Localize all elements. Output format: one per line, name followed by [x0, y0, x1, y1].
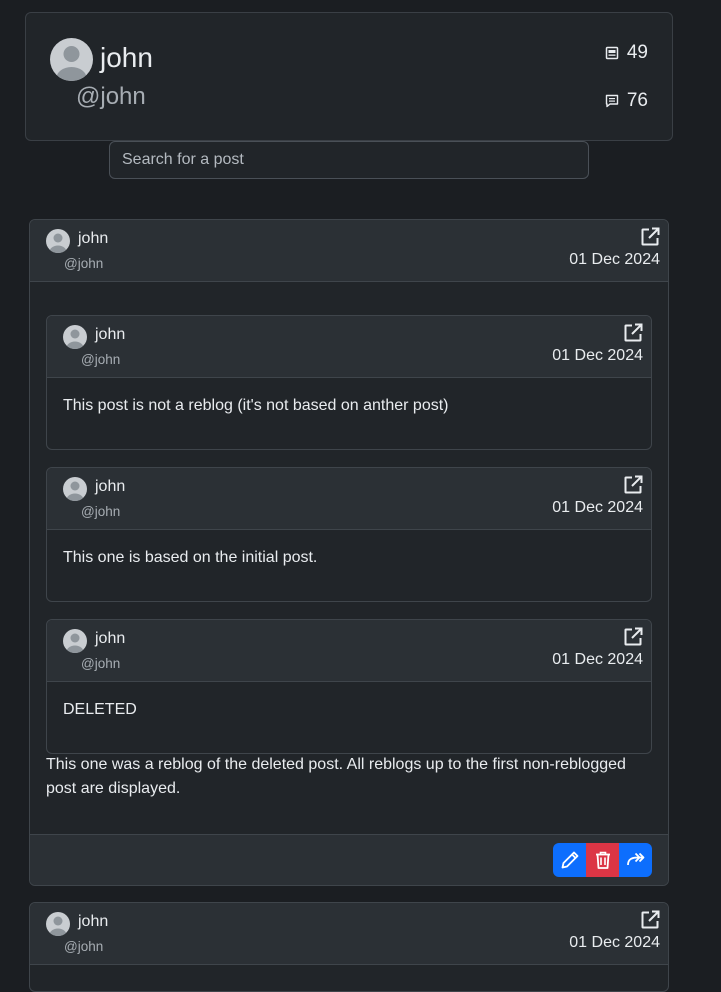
reblogged-post: john @john 01 Dec 2024 This one is based… [46, 467, 652, 602]
comment-icon [605, 94, 619, 108]
post-footer [30, 834, 668, 885]
posts-count-stat: 49 [605, 42, 648, 64]
profile-name: john [100, 42, 153, 73]
post-handle: @john [64, 256, 104, 271]
trash-icon [595, 851, 610, 869]
reblog-button[interactable] [619, 843, 652, 877]
post-date: 01 Dec 2024 [569, 934, 660, 951]
post-handle: @john [81, 352, 121, 367]
post-author[interactable]: john [95, 478, 125, 496]
posts-count: 49 [626, 42, 648, 63]
post-author[interactable]: john [78, 913, 108, 931]
post-date: 01 Dec 2024 [552, 499, 643, 516]
reblog-arrow-icon [626, 852, 644, 866]
pencil-icon [561, 851, 578, 869]
post-author[interactable]: john [95, 630, 125, 648]
profile-handle: @john [76, 83, 146, 110]
post-card: john @john 01 Dec 2024 john @john 01 Dec… [29, 219, 669, 886]
profile-card: john @john 49 76 [25, 12, 673, 141]
post-handle: @john [64, 939, 104, 954]
post-date: 01 Dec 2024 [552, 347, 643, 364]
external-link-icon[interactable] [640, 910, 660, 930]
post-date: 01 Dec 2024 [552, 651, 643, 668]
post-header: john @john 01 Dec 2024 [47, 468, 651, 530]
profile-avatar [50, 38, 93, 81]
post-header: john @john 01 Dec 2024 [30, 220, 668, 282]
post-card: john @john 01 Dec 2024 [29, 902, 669, 992]
external-link-icon[interactable] [623, 627, 643, 647]
delete-button[interactable] [586, 843, 619, 877]
edit-button[interactable] [553, 843, 586, 877]
post-actions [553, 843, 652, 877]
avatar[interactable] [46, 912, 70, 936]
reblogged-post: john @john 01 Dec 2024 DELETED [46, 619, 652, 754]
post-text: This one is based on the initial post. [63, 549, 318, 566]
post-date: 01 Dec 2024 [569, 251, 660, 268]
avatar[interactable] [63, 629, 87, 653]
comments-count: 76 [626, 90, 648, 111]
post-text: DELETED [63, 701, 137, 718]
external-link-icon[interactable] [623, 323, 643, 343]
avatar[interactable] [63, 325, 87, 349]
avatar[interactable] [63, 477, 87, 501]
reblogged-post: john @john 01 Dec 2024 This post is not … [46, 315, 652, 450]
post-header: john @john 01 Dec 2024 [47, 620, 651, 682]
post-handle: @john [81, 656, 121, 671]
post-text: This post is not a reblog (it's not base… [63, 397, 449, 414]
external-link-icon[interactable] [623, 475, 643, 495]
post-text: This one was a reblog of the deleted pos… [46, 756, 626, 797]
post-header: john @john 01 Dec 2024 [30, 903, 668, 965]
comments-count-stat: 76 [605, 90, 648, 112]
search-input[interactable] [109, 141, 589, 179]
post-author[interactable]: john [78, 230, 108, 248]
post-handle: @john [81, 504, 121, 519]
card-icon [605, 46, 619, 60]
external-link-icon[interactable] [640, 227, 660, 247]
avatar[interactable] [46, 229, 70, 253]
post-author[interactable]: john [95, 326, 125, 344]
post-header: john @john 01 Dec 2024 [47, 316, 651, 378]
